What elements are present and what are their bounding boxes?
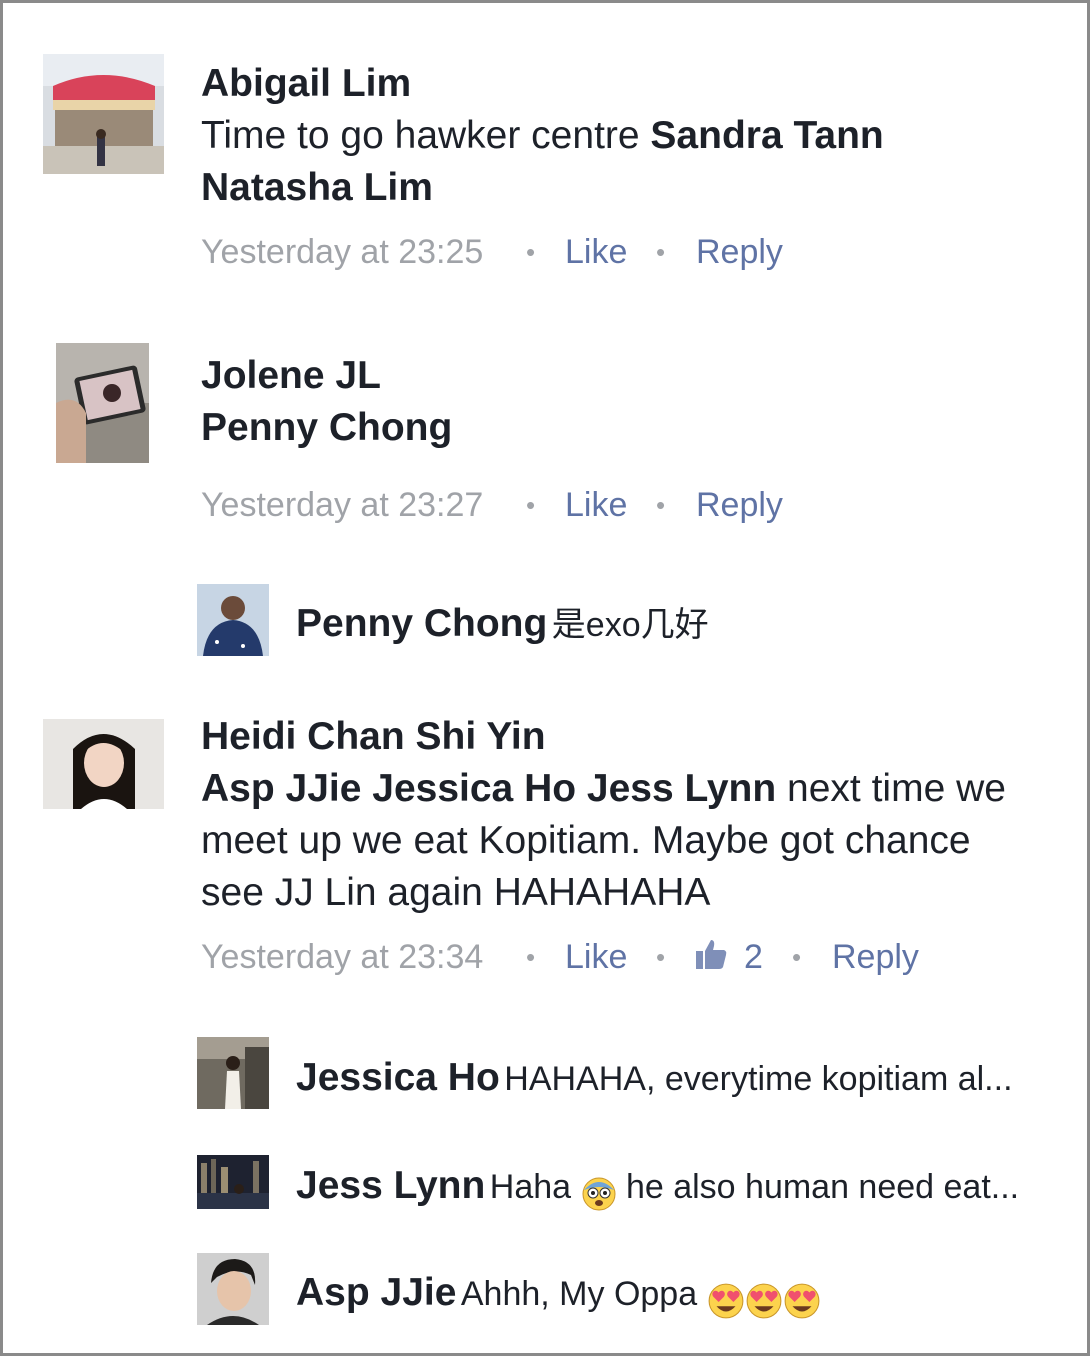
comment-author[interactable]: Jolene JL <box>201 350 1047 402</box>
reply-author[interactable]: Penny Chong <box>296 602 547 645</box>
separator-dot: • <box>526 237 536 267</box>
avatar-heidi-chan[interactable] <box>43 719 164 809</box>
tag-penny-chong[interactable]: Penny Chong <box>201 406 452 449</box>
reply-author[interactable]: Jessica Ho <box>296 1056 500 1099</box>
comment-text: Time to go hawker centre Sandra Tann Nata… <box>201 110 1047 214</box>
heart-eyes-emoji <box>784 1283 819 1319</box>
timestamp: Yesterday at 23:27 <box>201 486 484 524</box>
like-count[interactable]: 2 <box>744 934 763 980</box>
timestamp: Yesterday at 23:34 <box>201 938 484 976</box>
comment-text-line2: meet up we eat Kopitiam. Maybe got chanc… <box>201 819 971 862</box>
thumbs-up-icon[interactable] <box>694 937 728 983</box>
comment-text-prefix: Time to go hawker centre <box>201 114 651 157</box>
separator-dot: • <box>656 942 666 972</box>
comment-meta: Yesterday at 23:34 • Like • 2 • Reply <box>201 934 961 980</box>
avatar-penny-chong[interactable] <box>197 584 269 656</box>
avatar-jolene-jl[interactable] <box>56 343 149 463</box>
avatar-asp-jjie[interactable] <box>197 1253 269 1325</box>
separator-dot: • <box>656 490 666 520</box>
reply-author[interactable]: Asp JJie <box>296 1271 456 1314</box>
separator-dot: • <box>792 942 802 972</box>
reply-text-after: he also human need eat... <box>616 1168 1020 1206</box>
comment-text: Penny Chong <box>201 402 1047 454</box>
reply-author[interactable]: Jess Lynn <box>296 1164 485 1207</box>
comment-author[interactable]: Abigail Lim <box>201 58 1047 110</box>
comment-text: Asp JJie Jessica Ho Jess Lynn next time … <box>201 763 1047 919</box>
comment-jolene-jl: Jolene JL Penny Chong <box>201 350 1047 454</box>
reply-asp-jjie: Asp JJie Ahhh, My Oppa <box>296 1265 1049 1321</box>
comment-abigail-lim: Abigail Lim Time to go hawker centre San… <box>201 58 1047 214</box>
reply-button[interactable]: Reply <box>832 934 919 980</box>
heart-eyes-emoji <box>708 1283 743 1319</box>
reply-text-before: Haha <box>489 1168 581 1206</box>
separator-dot: • <box>656 237 666 267</box>
reply-text: 是exo几好 <box>551 606 709 644</box>
like-button[interactable]: Like <box>565 482 627 528</box>
comment-text-line1: next time we <box>776 767 1006 810</box>
reply-button[interactable]: Reply <box>696 482 783 528</box>
comments-panel: Abigail Lim Time to go hawker centre San… <box>0 0 1090 1356</box>
avatar-jessica-ho[interactable] <box>197 1037 269 1109</box>
avatar-abigail-lim[interactable] <box>43 54 164 174</box>
comment-text-line3: see JJ Lin again HAHAHAHA <box>201 871 711 914</box>
like-button[interactable]: Like <box>565 229 627 275</box>
fearful-face-emoji <box>582 1177 615 1211</box>
separator-dot: • <box>526 942 536 972</box>
reply-text: Ahhh, My Oppa <box>460 1275 707 1313</box>
reply-button[interactable]: Reply <box>696 229 783 275</box>
like-button[interactable]: Like <box>565 934 627 980</box>
tag-sandra-tann[interactable]: Sandra Tann <box>650 114 883 157</box>
tag-list[interactable]: Asp JJie Jessica Ho Jess Lynn <box>201 767 776 810</box>
reply-text: HAHAHA, everytime kopitiam al... <box>504 1060 1013 1098</box>
tag-natasha-lim[interactable]: Natasha Lim <box>201 166 433 209</box>
timestamp: Yesterday at 23:25 <box>201 233 484 271</box>
reply-jess-lynn: Jess Lynn Haha he also human need eat... <box>296 1158 1049 1214</box>
heart-eyes-emoji <box>746 1283 781 1319</box>
reply-penny-chong: Penny Chong 是exo几好 <box>296 596 1049 652</box>
separator-dot: • <box>526 490 536 520</box>
comment-author[interactable]: Heidi Chan Shi Yin <box>201 711 1047 763</box>
avatar-jess-lynn[interactable] <box>197 1155 269 1209</box>
reply-jessica-ho: Jessica Ho HAHAHA, everytime kopitiam al… <box>296 1050 1049 1106</box>
comment-heidi-chan: Heidi Chan Shi Yin Asp JJie Jessica Ho J… <box>201 711 1047 919</box>
